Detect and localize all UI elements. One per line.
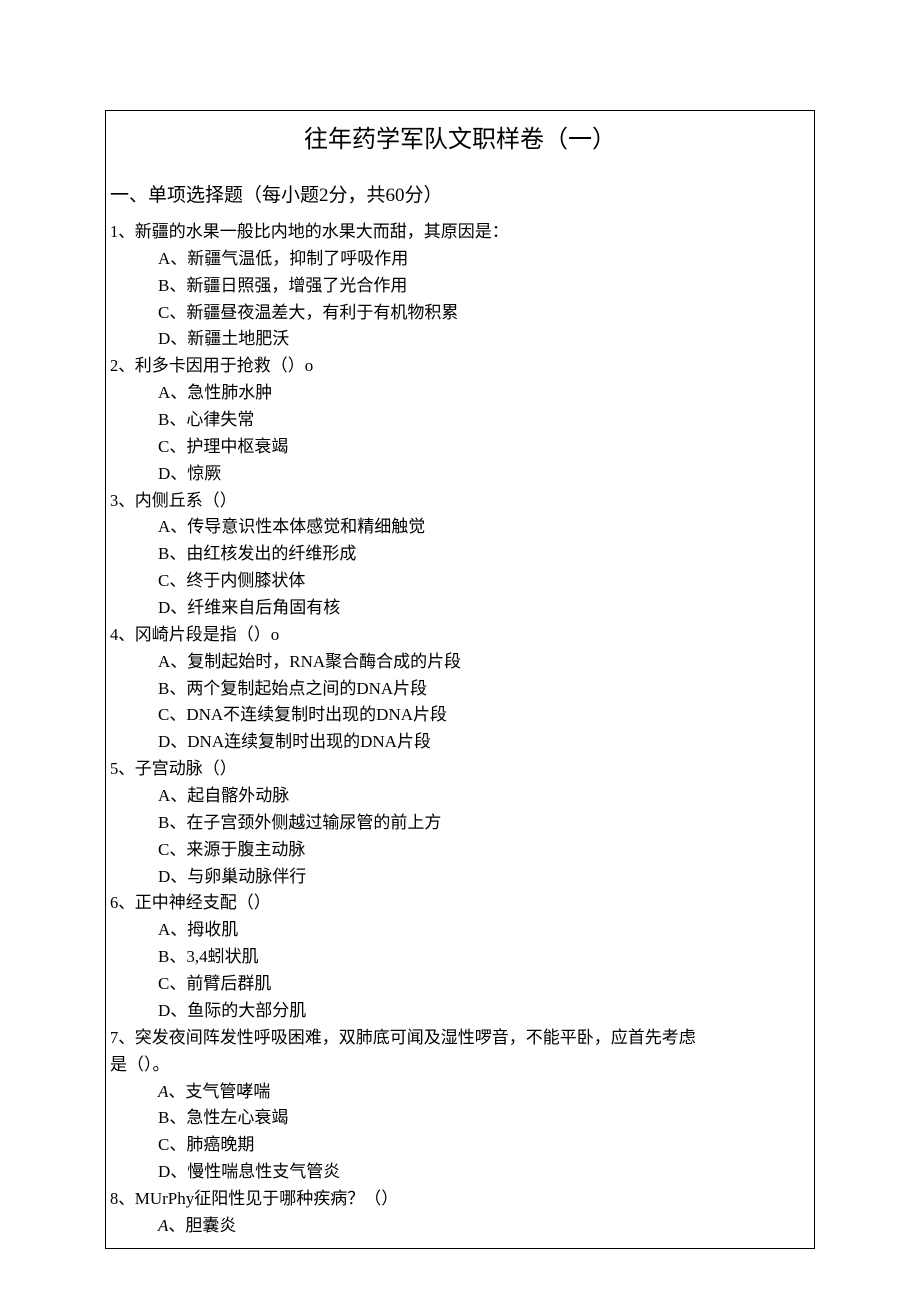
option-a: A、支气管哮喘 xyxy=(110,1079,810,1106)
option-c: C、终于内侧膝状体 xyxy=(110,568,810,595)
option-b: B、由红核发出的纤维形成 xyxy=(110,541,810,568)
option-a: A、拇收肌 xyxy=(110,917,810,944)
option-c: C、护理中枢衰竭 xyxy=(110,434,810,461)
question-text: MUrPhy征阳性见于哪种疾病？（） xyxy=(135,1189,399,1208)
question-text: 利多卡因用于抢救（）o xyxy=(135,356,314,375)
option-a: A、起自髂外动脉 xyxy=(110,783,810,810)
question-number: 8、 xyxy=(110,1189,135,1208)
document-title: 往年药学军队文职样卷（一） xyxy=(110,119,810,154)
option-d: D、纤维来自后角固有核 xyxy=(110,595,810,622)
question-8: 8、MUrPhy征阳性见于哪种疾病？（） A、胆囊炎 xyxy=(110,1186,810,1240)
option-d: D、新疆土地肥沃 xyxy=(110,326,810,353)
question-text: 内侧丘系（） xyxy=(135,491,237,510)
option-d: D、惊厥 xyxy=(110,461,810,488)
question-7: 7、突发夜间阵发性呼吸困难，双肺底可闻及湿性啰音，不能平卧，应首先考虑 是（）。… xyxy=(110,1025,810,1186)
question-number: 4、 xyxy=(110,625,135,644)
option-d: D、鱼际的大部分肌 xyxy=(110,998,810,1025)
question-number: 5、 xyxy=(110,759,135,778)
question-1: 1、新疆的水果一般比内地的水果大而甜，其原因是： A、新疆气温低，抑制了呼吸作用… xyxy=(110,219,810,353)
option-a: A、急性肺水肿 xyxy=(110,380,810,407)
option-b: B、急性左心衰竭 xyxy=(110,1105,810,1132)
question-text: 突发夜间阵发性呼吸困难，双肺底可闻及湿性啰音，不能平卧，应首先考虑 xyxy=(135,1028,696,1047)
question-5: 5、子宫动脉（） A、起自髂外动脉 B、在子宫颈外侧越过输尿管的前上方 C、来源… xyxy=(110,756,810,890)
option-b: B、3,4蚓状肌 xyxy=(110,944,810,971)
option-c: C、新疆昼夜温差大，有利于有机物积累 xyxy=(110,300,810,327)
question-text: 冈崎片段是指（）o xyxy=(135,625,280,644)
option-d: D、DNA连续复制时出现的DNA片段 xyxy=(110,729,810,756)
question-6: 6、正中神经支配（） A、拇收肌 B、3,4蚓状肌 C、前臂后群肌 D、鱼际的大… xyxy=(110,890,810,1024)
option-d: D、慢性喘息性支气管炎 xyxy=(110,1159,810,1186)
option-a: A、胆囊炎 xyxy=(110,1213,810,1240)
option-a: A、新疆气温低，抑制了呼吸作用 xyxy=(110,246,810,273)
option-b: B、两个复制起始点之间的DNA片段 xyxy=(110,676,810,703)
question-text: 新疆的水果一般比内地的水果大而甜，其原因是： xyxy=(135,222,509,241)
document-frame: 往年药学军队文职样卷（一） 一、单项选择题（每小题2分，共60分） 1、新疆的水… xyxy=(105,110,815,1249)
question-2: 2、利多卡因用于抢救（）o A、急性肺水肿 B、心律失常 C、护理中枢衰竭 D、… xyxy=(110,353,810,487)
option-b: B、在子宫颈外侧越过输尿管的前上方 xyxy=(110,810,810,837)
option-c: C、DNA不连续复制时出现的DNA片段 xyxy=(110,702,810,729)
question-number: 1、 xyxy=(110,222,135,241)
option-a: A、复制起始时，RNA聚合酶合成的片段 xyxy=(110,649,810,676)
option-b: B、心律失常 xyxy=(110,407,810,434)
option-d: D、与卵巢动脉伴行 xyxy=(110,864,810,891)
option-c: C、肺癌晚期 xyxy=(110,1132,810,1159)
option-b: B、新疆日照强，增强了光合作用 xyxy=(110,273,810,300)
question-number: 2、 xyxy=(110,356,135,375)
question-4: 4、冈崎片段是指（）o A、复制起始时，RNA聚合酶合成的片段 B、两个复制起始… xyxy=(110,622,810,756)
question-3: 3、内侧丘系（） A、传导意识性本体感觉和精细触觉 B、由红核发出的纤维形成 C… xyxy=(110,488,810,622)
question-text: 正中神经支配（） xyxy=(135,893,271,912)
option-c: C、来源于腹主动脉 xyxy=(110,837,810,864)
option-a: A、传导意识性本体感觉和精细触觉 xyxy=(110,514,810,541)
question-text: 子宫动脉（） xyxy=(135,759,237,778)
question-number: 3、 xyxy=(110,491,135,510)
question-text-line2: 是（）。 xyxy=(110,1055,170,1074)
section-header: 一、单项选择题（每小题2分，共60分） xyxy=(110,180,810,207)
option-c: C、前臂后群肌 xyxy=(110,971,810,998)
question-number: 6、 xyxy=(110,893,135,912)
question-number: 7、 xyxy=(110,1028,135,1047)
